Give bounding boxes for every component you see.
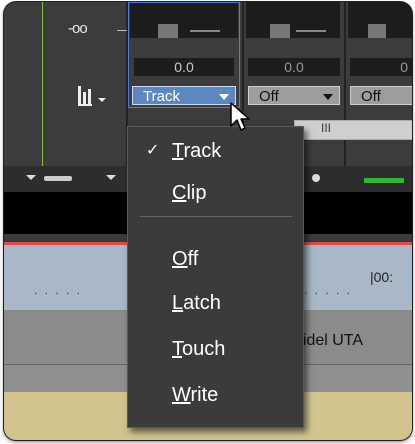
ruler-ticks: . . . . .	[34, 283, 83, 297]
menu-item-write[interactable]: Write	[128, 375, 303, 415]
menu-item-off[interactable]: Off	[128, 239, 303, 279]
checkmark-icon: ✓	[146, 142, 160, 159]
automation-mode-menu: ✓ Track Clip Off Latch Touch Write	[127, 126, 304, 428]
menu-item-touch[interactable]: Touch	[128, 329, 303, 369]
menu-item-label: Write	[172, 384, 219, 406]
fader-knob[interactable]	[368, 24, 386, 38]
scrollbar-thumb-grip[interactable]: III	[321, 121, 331, 135]
menu-separator	[140, 216, 292, 217]
menu-item-label: Track	[172, 140, 222, 162]
fader-knob[interactable]	[270, 24, 290, 38]
db-tick	[117, 30, 127, 31]
selected-strip-outline	[128, 2, 240, 108]
menu-item-latch[interactable]: Latch	[128, 283, 303, 323]
db-scale-label: -oo	[68, 20, 88, 37]
menu-item-track[interactable]: ✓ Track	[128, 131, 303, 171]
mouse-cursor-icon	[230, 102, 252, 139]
menu-item-clip[interactable]: Clip	[128, 173, 303, 213]
automation-dropdown[interactable]: Off	[248, 86, 340, 105]
dropdown-value: Off	[259, 88, 279, 105]
dropdown-arrow-icon	[323, 94, 333, 100]
fader-area[interactable]	[348, 2, 412, 38]
clip-name: eidel UTA	[294, 332, 364, 349]
dropdown-value: Off	[361, 88, 381, 105]
horizontal-scrollbar[interactable]: III	[294, 120, 412, 140]
volume-value[interactable]: 0.0	[248, 58, 340, 76]
fader-area[interactable]	[246, 2, 340, 38]
menu-item-label: Clip	[172, 182, 207, 204]
automation-dropdown[interactable]: Off	[350, 86, 412, 105]
app-window: -oo 0.0 0.0 0 Track Off Off III . . . . …	[4, 2, 412, 440]
volume-value[interactable]: 0	[350, 58, 412, 76]
strip-footer-icons	[312, 174, 404, 183]
fader-track	[296, 30, 326, 32]
ruler-time-label: |00:	[370, 269, 394, 285]
menu-item-label: Touch	[172, 338, 226, 360]
menu-item-label: Off	[172, 248, 199, 270]
meter-icon[interactable]	[78, 84, 112, 113]
strip-divider	[344, 2, 346, 166]
ruler-ticks: . . . . .	[304, 283, 353, 297]
menu-item-label: Latch	[172, 292, 221, 314]
